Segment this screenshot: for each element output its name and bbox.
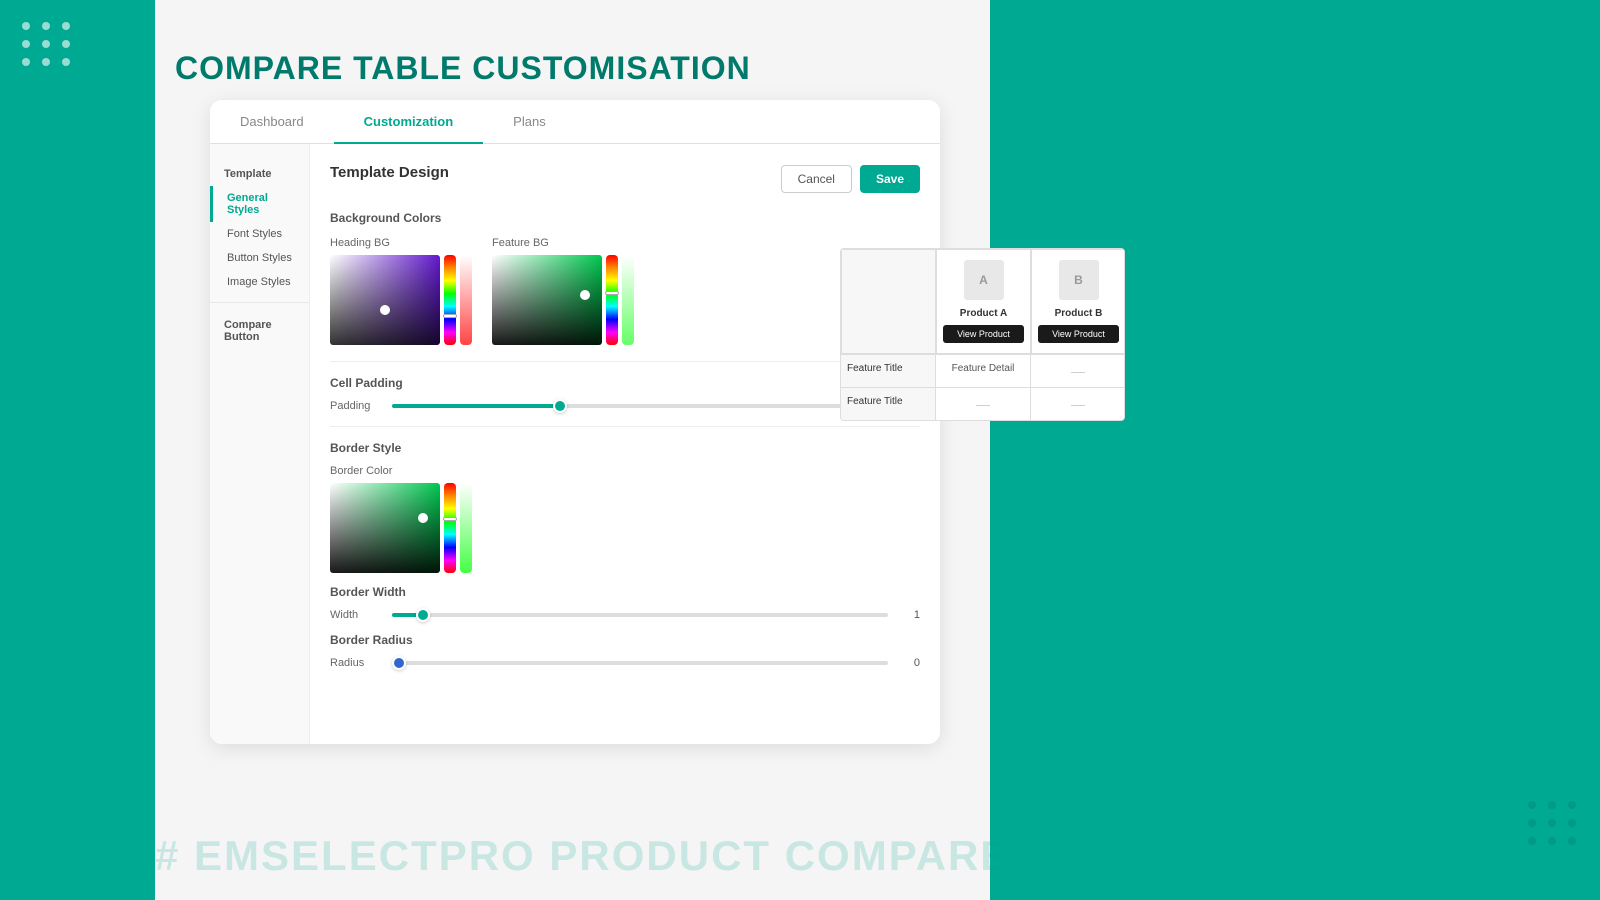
feature-bg-canvas[interactable] [492, 255, 602, 345]
sidebar-template-label: Template [210, 160, 309, 186]
section-header: Template Design Cancel Save [330, 164, 920, 197]
sidebar-compare-button-label[interactable]: Compare Button [210, 311, 309, 349]
product-b-name: Product B [1038, 308, 1119, 319]
preview-feature-detail-2a: — [936, 388, 1031, 420]
border-opacity-slider[interactable] [460, 483, 472, 573]
heading-bg-hue-slider[interactable] [444, 255, 456, 345]
sidebar-divider [210, 302, 309, 303]
color-pickers-row: Heading BG Feature BG [330, 237, 920, 345]
bg-left [0, 0, 155, 900]
preview-product-b-cell: B Product B View Product [1031, 249, 1125, 354]
product-a-image: A [964, 260, 1004, 300]
preview-product-a-cell: A Product A View Product [936, 249, 1031, 354]
width-value: 1 [900, 609, 920, 621]
radius-control-row: Radius 0 [330, 657, 920, 669]
border-hue-slider[interactable] [444, 483, 456, 573]
border-width-slider[interactable] [392, 613, 888, 617]
border-width-title: Border Width [330, 585, 920, 599]
feature-bg-hue-slider[interactable] [606, 255, 618, 345]
tabs-bar: Dashboard Customization Plans [210, 100, 940, 144]
preview-dash-2b: — [1071, 396, 1085, 412]
preview-feature-title-2: Feature Title [841, 388, 936, 420]
preview-dash-1b: — [1071, 363, 1085, 379]
cell-padding-divider [330, 361, 920, 362]
preview-empty-cell [841, 249, 936, 354]
border-style-divider [330, 426, 920, 427]
save-button[interactable]: Save [860, 165, 920, 193]
tab-dashboard[interactable]: Dashboard [210, 100, 334, 143]
preview-feature-row-2: Feature Title — — [841, 387, 1124, 420]
heading-bg-opacity-slider[interactable] [460, 255, 472, 345]
tab-customization[interactable]: Customization [334, 100, 484, 143]
preview-feature-detail-1b: — [1031, 355, 1125, 387]
preview-header-row: A Product A View Product B Product B Vie… [841, 249, 1124, 354]
heading-bg-label: Heading BG [330, 237, 472, 249]
feature-bg-dot [580, 290, 590, 300]
heading-bg-hue-handle [443, 314, 457, 318]
preview-dash-2a: — [976, 396, 990, 412]
product-a-name: Product A [943, 308, 1024, 319]
sidebar-item-font-styles[interactable]: Font Styles [210, 222, 309, 246]
action-buttons: Cancel Save [781, 165, 920, 193]
cancel-button[interactable]: Cancel [781, 165, 852, 193]
border-radius-slider[interactable] [392, 661, 888, 665]
product-b-btn[interactable]: View Product [1038, 325, 1119, 343]
watermark: # EMSELECTPRO PRODUCT COMPARE [155, 832, 1010, 880]
width-control-row: Width 1 [330, 609, 920, 621]
border-hue-handle [443, 517, 457, 521]
main-card: Dashboard Customization Plans Template G… [210, 100, 940, 744]
padding-slider[interactable] [392, 404, 888, 408]
card-content: Template General Styles Font Styles Butt… [210, 144, 940, 744]
width-label: Width [330, 609, 380, 621]
border-radius-title: Border Radius [330, 633, 920, 647]
heading-bg-canvas[interactable] [330, 255, 440, 345]
tab-plans[interactable]: Plans [483, 100, 576, 143]
bg-colors-label: Background Colors [330, 211, 920, 225]
feature-bg-opacity-slider[interactable] [622, 255, 634, 345]
main-panel: Template Design Cancel Save Background C… [310, 144, 940, 744]
border-style-title: Border Style [330, 441, 920, 455]
radius-label: Radius [330, 657, 380, 669]
preview-panel: A Product A View Product B Product B Vie… [840, 248, 1125, 421]
border-color-picker-container [330, 483, 920, 573]
border-color-canvas[interactable] [330, 483, 440, 573]
preview-feature-detail-1a: Feature Detail [936, 355, 1031, 387]
feature-bg-hue-handle [605, 291, 619, 295]
border-color-label: Border Color [330, 465, 920, 477]
preview-feature-title-1: Feature Title [841, 355, 936, 387]
preview-feature-detail-2b: — [1031, 388, 1125, 420]
page-title: COMPARE TABLE CUSTOMISATION [175, 50, 751, 87]
feature-bg-group: Feature BG [492, 237, 634, 345]
feature-bg-label: Feature BG [492, 237, 634, 249]
preview-table: A Product A View Product B Product B Vie… [840, 248, 1125, 421]
padding-label: Padding [330, 400, 380, 412]
sidebar-item-image-styles[interactable]: Image Styles [210, 270, 309, 294]
feature-bg-picker-container [492, 255, 634, 345]
sidebar-item-general-styles[interactable]: General Styles [210, 186, 309, 222]
sidebar-item-button-styles[interactable]: Button Styles [210, 246, 309, 270]
padding-control-row: Padding 10 [330, 400, 920, 412]
bg-right [990, 0, 1600, 900]
radius-value: 0 [900, 657, 920, 669]
heading-bg-picker-container [330, 255, 472, 345]
cell-padding-title: Cell Padding [330, 376, 920, 390]
heading-bg-group: Heading BG [330, 237, 472, 345]
dots-bottomright-decoration [1528, 801, 1578, 845]
template-design-title: Template Design [330, 164, 449, 181]
sidebar: Template General Styles Font Styles Butt… [210, 144, 310, 744]
product-b-image: B [1059, 260, 1099, 300]
heading-bg-dot [380, 305, 390, 315]
product-a-btn[interactable]: View Product [943, 325, 1024, 343]
border-color-dot [418, 513, 428, 523]
preview-feature-row-1: Feature Title Feature Detail — [841, 354, 1124, 387]
dots-topleft-decoration [22, 22, 72, 66]
